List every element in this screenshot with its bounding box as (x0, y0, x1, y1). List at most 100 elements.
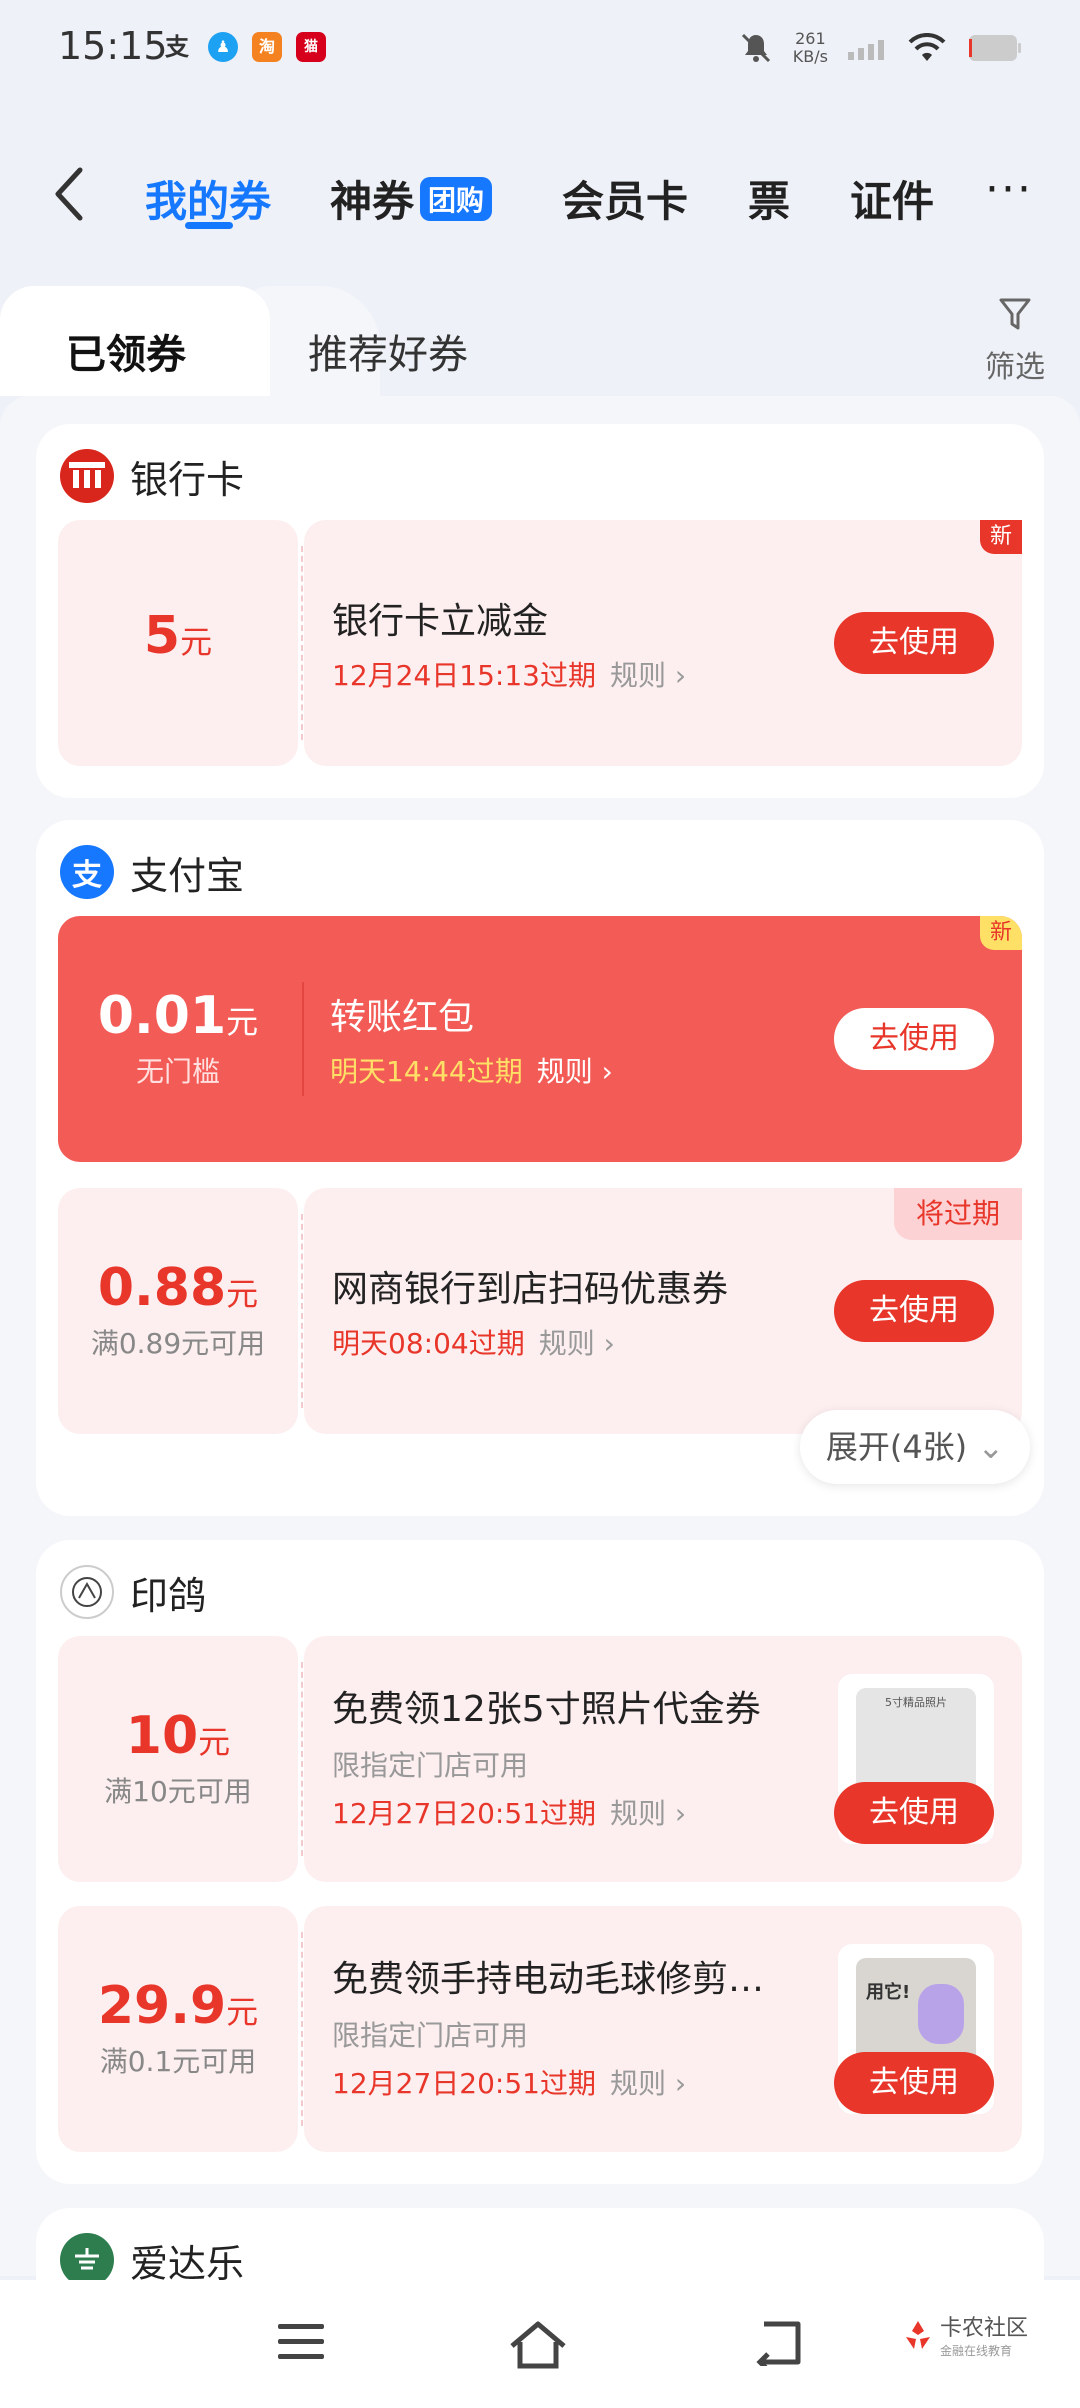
new-badge: 新 (980, 916, 1022, 950)
coupon-condition: 满0.1元可用 (99, 2045, 257, 2078)
yinge-logo-icon (60, 1565, 114, 1619)
use-button[interactable]: 去使用 (834, 612, 994, 674)
coupon-amount: 0.88元 (97, 1258, 259, 1318)
return-icon[interactable] (752, 2320, 804, 2366)
use-button[interactable]: 去使用 (834, 2052, 994, 2114)
coupon-amount: 0.01元 (97, 986, 259, 1046)
signal-icon (848, 40, 884, 60)
rule-link[interactable]: 规则 › (610, 1797, 686, 1830)
coupon-title: 免费领手持电动毛球修剪… (332, 1959, 765, 2000)
tab-my-coupons[interactable]: 我的券 (145, 168, 271, 229)
section-yinge: 印鸽 10元 满10元可用 免费领12张5寸照片代金券 限指定门店可用 12月2… (36, 1540, 1044, 2184)
coupon-card[interactable]: 10元 满10元可用 免费领12张5寸照片代金券 限指定门店可用 12月27日2… (58, 1636, 1022, 1882)
coupon-condition: 满0.89元可用 (90, 1327, 266, 1360)
use-button[interactable]: 去使用 (834, 1280, 994, 1342)
coupon-title: 网商银行到店扫码优惠券 (332, 1269, 729, 1310)
alipay-logo-icon: 支 (60, 845, 114, 899)
coupon-amount: 10元 (125, 1706, 231, 1766)
coupon-amount: 5元 (143, 606, 213, 666)
coupon-title: 银行卡立减金 (332, 601, 549, 642)
section-bank-card: 银行卡 5元 银行卡立减金 12月24日15:13过期 规则 › 去使用 新 (36, 424, 1044, 798)
status-right: 261 KB/s (739, 28, 1022, 68)
coupon-divider (302, 982, 304, 1096)
coupon-info-area: 银行卡立减金 12月24日15:13过期 规则 › 去使用 新 (304, 520, 1022, 766)
coupon-condition: 无门槛 (135, 1055, 220, 1088)
coupon-title: 转账红包 (330, 997, 475, 1038)
filter-button[interactable]: 筛选 (975, 296, 1055, 386)
top-nav: 我的券 神券 团购 会员卡 票 证件 ··· (0, 150, 1080, 240)
rule-link[interactable]: 规则 › (610, 2067, 686, 2100)
coupon-expiry: 12月27日20:51过期 规则 › (332, 1797, 687, 1830)
subtab-claimed[interactable]: 已领券 (66, 322, 186, 380)
battery-icon (969, 35, 1021, 61)
tab-god-coupons[interactable]: 神券 团购 (330, 168, 493, 229)
group-buy-badge: 团购 (420, 177, 493, 221)
coupon-amount: 29.9元 (97, 1976, 259, 2036)
use-button[interactable]: 去使用 (834, 1008, 994, 1070)
product-image (918, 1984, 964, 2044)
watermark-subtitle: 金融在线教育 (940, 2344, 1013, 2358)
more-menu-icon[interactable]: ··· (985, 164, 1033, 215)
section-header: 支 支付宝 (60, 842, 244, 902)
coupon-expiry: 明天08:04过期 规则 › (332, 1327, 615, 1360)
mute-bell-icon (741, 33, 770, 63)
tab-tickets[interactable]: 票 (748, 168, 790, 229)
use-button[interactable]: 去使用 (834, 1782, 994, 1844)
filter-funnel-icon (999, 298, 1031, 330)
subtab-recommended[interactable]: 推荐好券 (308, 322, 468, 380)
taobao-notification-icon: 淘 (252, 32, 282, 62)
section-title: 银行卡 (130, 457, 245, 502)
coupon-value-area: 29.9元 满0.1元可用 (58, 1906, 298, 2152)
qq-notification-icon: ♟ (208, 32, 238, 62)
new-badge: 新 (980, 520, 1022, 554)
expiring-badge: 将过期 (894, 1188, 1022, 1240)
coupon-divider (301, 1662, 303, 1856)
section-header: 银行卡 (60, 446, 244, 506)
coupon-value-area: 10元 满10元可用 (58, 1636, 298, 1882)
menu-icon[interactable] (276, 2320, 326, 2364)
status-bar: 15:15 支 ♟ 淘 猫 261 KB/s (0, 0, 1080, 100)
tab-documents[interactable]: 证件 (850, 168, 934, 229)
section-title: 印鸽 (130, 1573, 207, 1618)
rule-link[interactable]: 规则 › (610, 659, 686, 692)
rule-link[interactable]: 规则 › (537, 1055, 613, 1088)
filter-label: 筛选 (985, 350, 1045, 385)
watermark-logo: 卡农社区 金融在线教育 (900, 2310, 1028, 2359)
wifi-icon (908, 33, 946, 61)
coupon-condition: 满10元可用 (104, 1775, 252, 1808)
section-alipay: 支 支付宝 0.01元 无门槛 转账红包 明天14:44过期 规则 › 去使用 新… (36, 820, 1044, 1516)
back-arrow-icon[interactable] (50, 164, 90, 224)
active-tab-indicator (185, 222, 233, 229)
coupon-card[interactable]: 0.88元 满0.89元可用 网商银行到店扫码优惠券 明天08:04过期 规则 ›… (58, 1188, 1022, 1434)
coupon-scope: 限指定门店可用 (332, 2019, 529, 2052)
coupon-info-area: 免费领手持电动毛球修剪… 限指定门店可用 12月27日20:51过期 规则 › 用… (304, 1906, 1022, 2152)
section-header: 印鸽 (60, 1562, 206, 1622)
watermark-title: 卡农社区 (940, 2316, 1029, 2341)
home-icon[interactable] (508, 2320, 568, 2370)
aidale-logo-icon (60, 2233, 114, 2287)
coupon-divider (301, 1932, 303, 2126)
expand-button[interactable]: 展开(4张) ⌄ (800, 1410, 1030, 1484)
sub-tabs: 已领券 推荐好券 (0, 286, 1080, 396)
coupon-scope: 限指定门店可用 (332, 1749, 529, 1782)
coupon-divider (301, 1214, 303, 1408)
network-speed: 261 KB/s (792, 29, 828, 66)
rule-link[interactable]: 规则 › (539, 1327, 615, 1360)
bank-logo-icon (60, 449, 114, 503)
coupon-title: 免费领12张5寸照片代金券 (332, 1689, 761, 1730)
coupon-value-area: 5元 (58, 520, 298, 766)
tab-membership-card[interactable]: 会员卡 (562, 168, 688, 229)
coupon-divider (301, 546, 303, 740)
coupon-expiry: 12月27日20:51过期 规则 › (332, 2067, 687, 2100)
system-nav-bar: 卡农社区 金融在线教育 (0, 2280, 1080, 2408)
coupon-info-area: 网商银行到店扫码优惠券 明天08:04过期 规则 › 去使用 将过期 (304, 1188, 1022, 1434)
coupon-expiry: 明天14:44过期 规则 › (330, 1055, 613, 1088)
coupon-expiry: 12月24日15:13过期 规则 › (332, 659, 687, 692)
alipay-notification-icon: 支 (165, 33, 189, 61)
coupon-value-area: 0.01元 无门槛 (58, 916, 298, 1090)
coupon-card-highlight[interactable]: 0.01元 无门槛 转账红包 明天14:44过期 规则 › 去使用 新 (58, 916, 1022, 1162)
tmall-notification-icon: 猫 (296, 32, 326, 62)
kanong-logo-icon (906, 2320, 930, 2349)
coupon-card[interactable]: 5元 银行卡立减金 12月24日15:13过期 规则 › 去使用 新 (58, 520, 1022, 766)
coupon-card[interactable]: 29.9元 满0.1元可用 免费领手持电动毛球修剪… 限指定门店可用 12月27… (58, 1906, 1022, 2152)
